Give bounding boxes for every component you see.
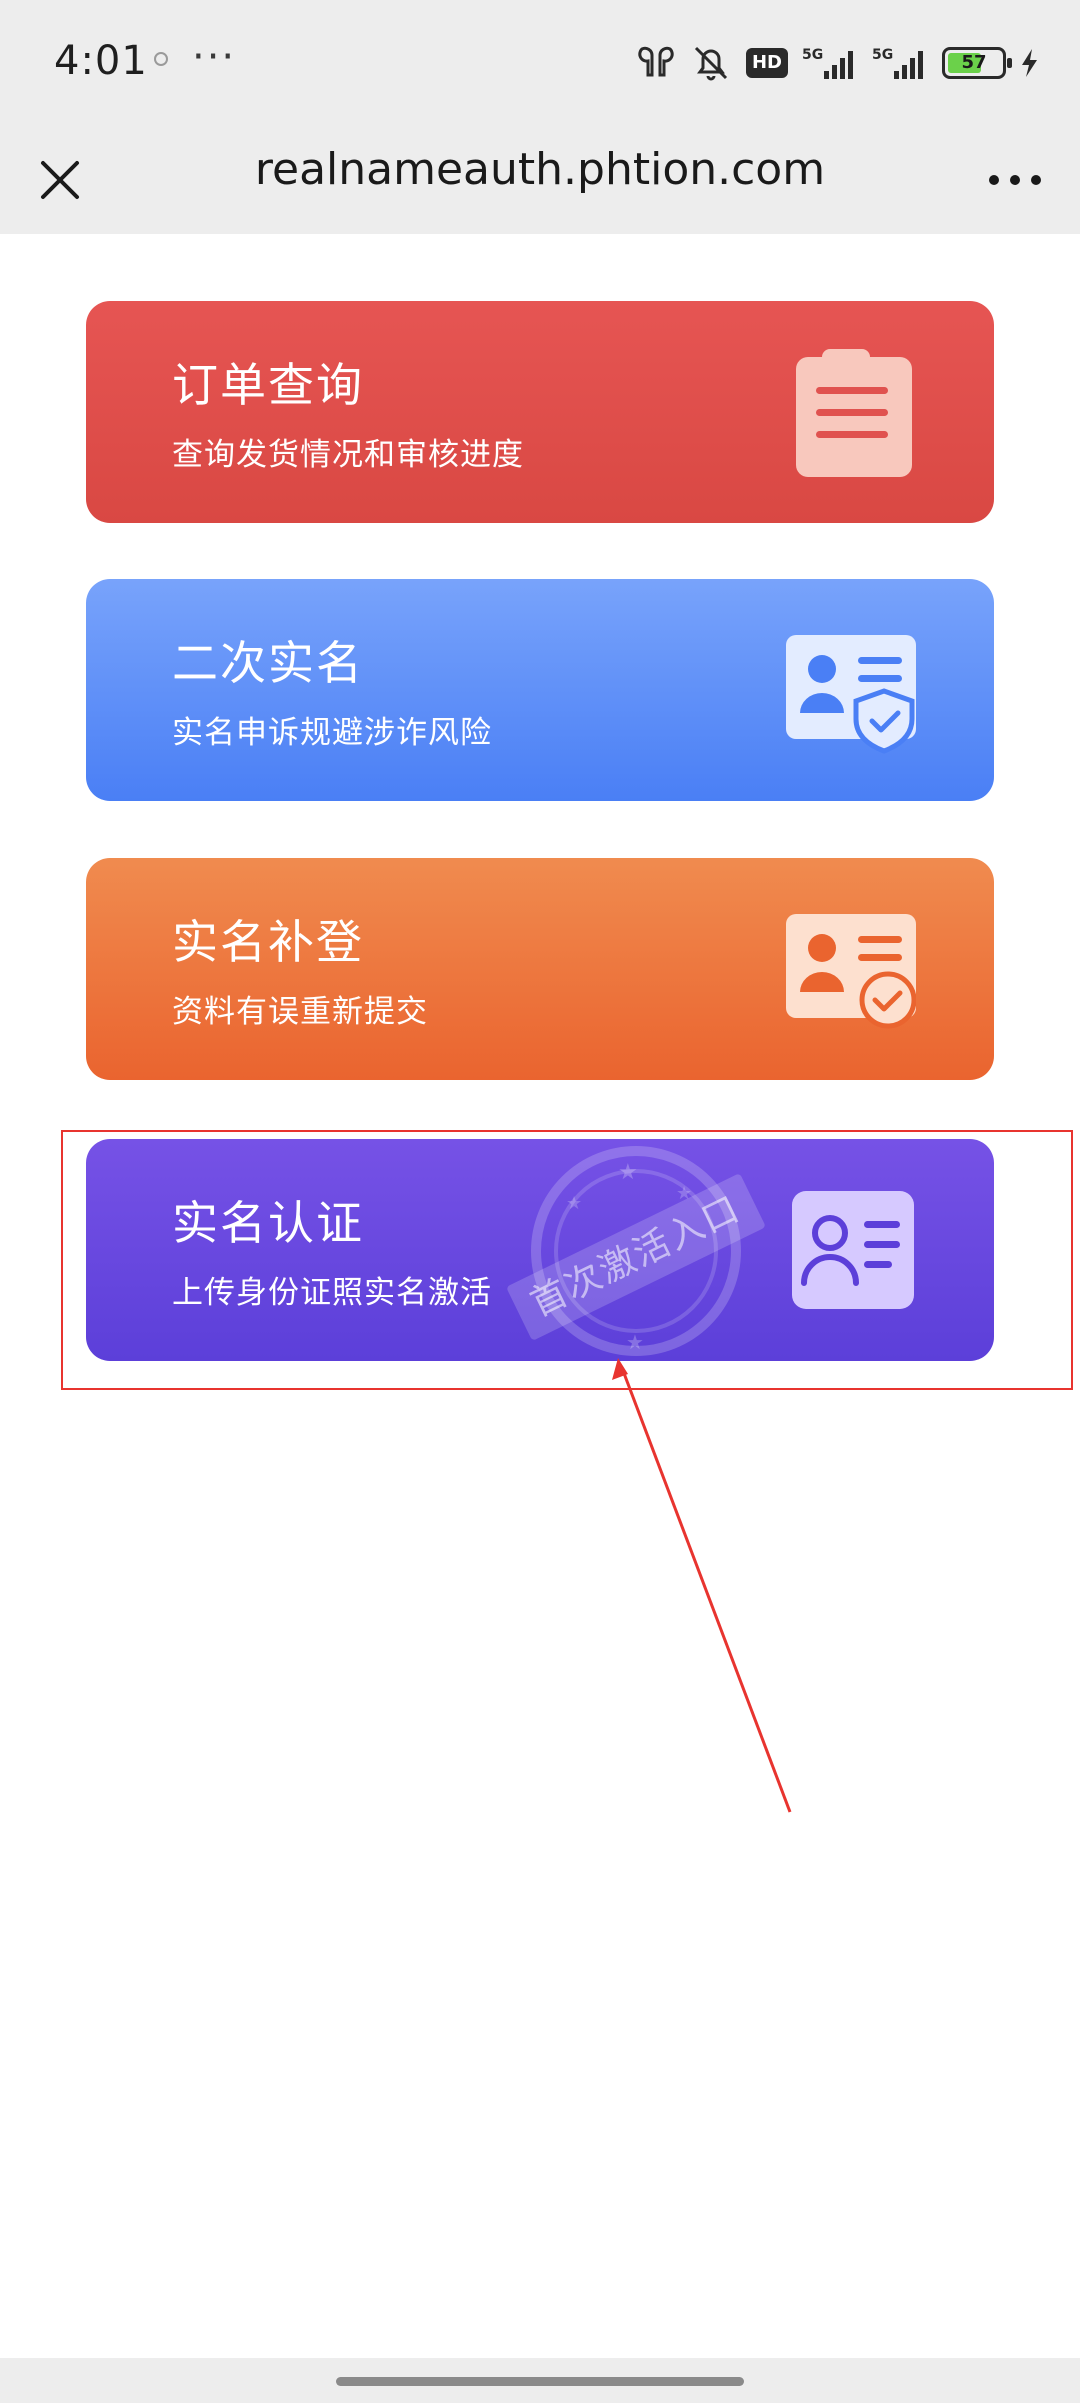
svg-text:★: ★: [566, 1193, 582, 1214]
gesture-bar: [0, 2358, 1080, 2403]
real-name-verification-card[interactable]: 实名认证 上传身份证照实名激活 ★ ★ ★ ★ 首次激活入口: [86, 1139, 994, 1361]
order-query-card[interactable]: 订单查询 查询发货情况和审核进度: [86, 301, 994, 523]
earbuds-icon: [636, 45, 676, 81]
card-title: 实名补登: [172, 915, 364, 969]
nav-bar: realnameauth.phtion.com: [0, 128, 1080, 234]
clipboard-icon: [786, 347, 916, 477]
battery-icon: 57: [942, 47, 1012, 79]
signal-1-label: 5G: [802, 47, 823, 63]
supplement-registration-card[interactable]: 实名补登 资料有误重新提交: [86, 858, 994, 1080]
status-more-icon: ···: [192, 34, 237, 80]
battery-cap: [1007, 58, 1012, 68]
battery-level: 57: [961, 52, 987, 73]
more-button[interactable]: [980, 150, 1050, 210]
signal-5g-icon: 5G: [872, 45, 928, 81]
id-card-shield-icon: [786, 625, 916, 755]
more-icon: [989, 175, 1041, 185]
svg-text:★: ★: [618, 1160, 638, 1185]
page: 4:01 ··· HD 5G 5G 57 realnameauth.phtion…: [0, 0, 1080, 2403]
status-bar: 4:01 ··· HD 5G 5G 57: [0, 0, 1080, 128]
card-subtitle: 实名申诉规避涉诈风险: [172, 715, 492, 751]
status-time: 4:01: [54, 38, 148, 84]
card-subtitle: 上传身份证照实名激活: [172, 1275, 492, 1311]
card-subtitle: 资料有误重新提交: [172, 994, 428, 1030]
id-card-check-icon: [786, 904, 917, 1034]
card-title: 实名认证: [172, 1196, 364, 1250]
home-indicator[interactable]: [336, 2377, 744, 2386]
card-subtitle: 查询发货情况和审核进度: [172, 437, 524, 473]
card-title: 订单查询: [172, 358, 364, 412]
id-card-person-icon: [786, 1185, 916, 1315]
page-title: realnameauth.phtion.com: [254, 144, 826, 195]
notification-dot-icon: [154, 52, 168, 66]
mute-bell-icon: [690, 44, 732, 82]
card-title: 二次实名: [172, 636, 364, 690]
signal-2-label: 5G: [872, 47, 893, 63]
charging-bolt-icon: [1020, 48, 1040, 78]
status-right-group: HD 5G 5G 57: [636, 38, 1040, 88]
second-verification-card[interactable]: 二次实名 实名申诉规避涉诈风险: [86, 579, 994, 801]
signal-5g-icon: 5G: [802, 45, 858, 81]
hd-badge: HD: [745, 48, 788, 78]
svg-text:★: ★: [626, 1330, 644, 1354]
